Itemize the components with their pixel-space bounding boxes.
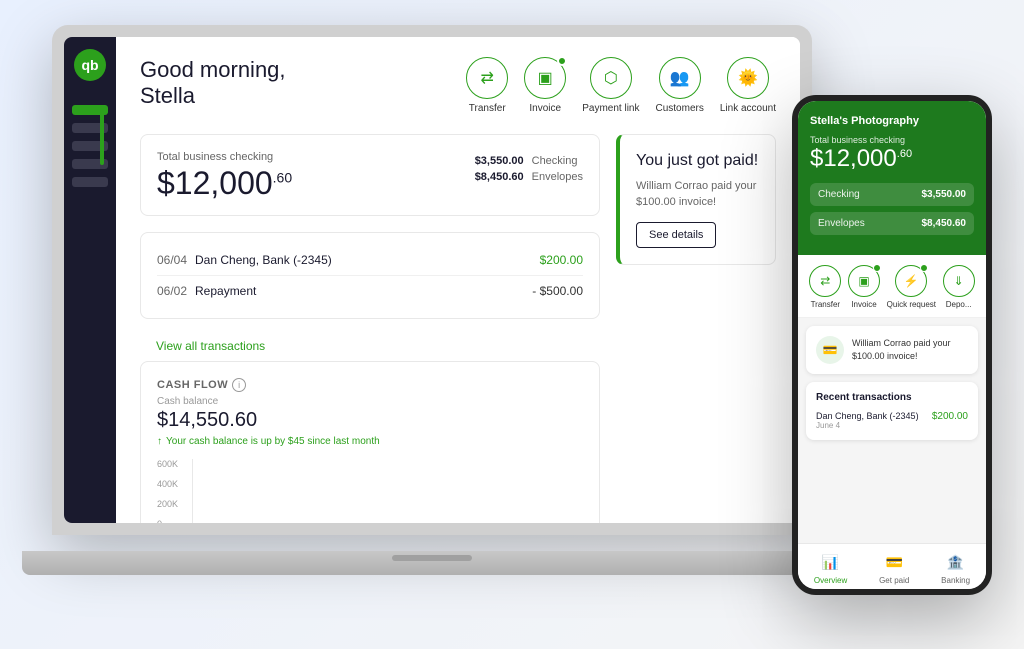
transfer-label: Transfer <box>469 103 506 114</box>
cashflow-chart: 600K 400K 200K 0 <box>157 459 583 523</box>
cashflow-header: CASH FLOW i <box>157 378 583 392</box>
chart-y-labels: 600K 400K 200K 0 <box>157 459 192 523</box>
phone-app-name: Stella's Photography <box>810 115 974 127</box>
see-details-button[interactable]: See details <box>636 222 716 248</box>
main-content: Good morning, Stella ⇄ Transfer ▣ <box>116 37 800 523</box>
dashboard-body: Total business checking $12,000.60 $3,55… <box>140 134 776 523</box>
cashflow-trend: ↑ Your cash balance is up by $45 since l… <box>157 436 583 447</box>
quick-actions: ⇄ Transfer ▣ Invoice <box>466 57 776 114</box>
paid-title: You just got paid! <box>636 151 759 172</box>
quick-action-transfer[interactable]: ⇄ Transfer <box>466 57 508 114</box>
quick-action-customers[interactable]: 👥 Customers <box>655 57 703 114</box>
left-panel: Total business checking $12,000.60 $3,55… <box>140 134 600 523</box>
cashflow-amount: $14,550.60 <box>157 409 583 432</box>
laptop-base <box>22 551 842 575</box>
quick-action-link-account[interactable]: 🌞 Link account <box>720 57 776 114</box>
header: Good morning, Stella ⇄ Transfer ▣ <box>140 57 776 114</box>
transactions-card: 06/04 Dan Cheng, Bank (-2345) $200.00 06… <box>140 232 600 319</box>
customers-label: Customers <box>655 103 703 114</box>
phone-action-transfer[interactable]: ⇄ Transfer <box>809 265 841 309</box>
phone-notif-text: William Corrao paid your $100.00 invoice… <box>852 337 968 362</box>
invoice-badge <box>557 56 567 66</box>
laptop-screen: qb Good morning, Stella <box>64 37 800 523</box>
checking-balance: $3,550.00 Checking <box>475 155 583 167</box>
balance-label: Total business checking <box>157 151 451 163</box>
phone-balance: $12,000.60 <box>810 147 974 171</box>
payment-link-label: Payment link <box>582 103 639 114</box>
link-account-label: Link account <box>720 103 776 114</box>
quick-action-invoice[interactable]: ▣ Invoice <box>524 57 566 114</box>
phone: Stella's Photography Total business chec… <box>792 95 992 595</box>
phone-invoice-badge <box>873 264 881 272</box>
link-account-icon: 🌞 <box>727 57 769 99</box>
phone-deposit-icon: ⇓ <box>943 265 975 297</box>
phone-transactions-title: Recent transactions <box>816 392 968 403</box>
phone-notif-icon: 💳 <box>816 336 844 364</box>
sidebar: qb <box>64 37 116 523</box>
phone-header: Stella's Photography Total business chec… <box>798 101 986 255</box>
phone-transfer-icon: ⇄ <box>809 265 841 297</box>
get-paid-icon: 💳 <box>883 552 905 574</box>
sidebar-accent-bar <box>100 105 104 165</box>
phone-quick-actions: ⇄ Transfer ▣ Invoice ⚡ Quick request <box>798 255 986 318</box>
invoice-label: Invoice <box>529 103 561 114</box>
sidebar-item-5[interactable] <box>72 177 108 187</box>
transaction-row: 06/04 Dan Cheng, Bank (-2345) $200.00 <box>157 245 583 276</box>
quick-action-payment-link[interactable]: ⬡ Payment link <box>582 57 639 114</box>
qb-logo[interactable]: qb <box>74 49 106 81</box>
view-all-transactions[interactable]: View all transactions <box>140 331 600 361</box>
phone-nav-banking[interactable]: 🏦 Banking <box>941 552 970 585</box>
phone-transaction-info: Dan Cheng, Bank (-2345) June 4 <box>816 411 932 430</box>
paid-notification-card: You just got paid! William Corrao paid y… <box>616 134 776 266</box>
phone-action-deposit[interactable]: ⇓ Depo... <box>943 265 975 309</box>
greeting: Good morning, Stella <box>140 57 286 110</box>
laptop: qb Good morning, Stella <box>22 15 842 605</box>
phone-invoice-icon: ▣ <box>848 265 880 297</box>
balance-amount: $12,000.60 <box>157 167 451 199</box>
phone-account-items: Checking $3,550.00 Envelopes $8,450.60 <box>810 183 974 235</box>
customers-icon: 👥 <box>659 57 701 99</box>
phone-transaction-row: Dan Cheng, Bank (-2345) June 4 $200.00 <box>816 411 968 430</box>
cashflow-subtitle: Cash balance <box>157 396 583 407</box>
phone-screen: Stella's Photography Total business chec… <box>798 101 986 589</box>
transaction-row: 06/02 Repayment - $500.00 <box>157 276 583 306</box>
chart-area <box>192 459 583 523</box>
cashflow-card: CASH FLOW i Cash balance $14,550.60 ↑ Yo… <box>140 361 600 523</box>
phone-nav-overview[interactable]: 📊 Overview <box>814 552 847 585</box>
phone-checking-row: Checking $3,550.00 <box>810 183 974 206</box>
phone-envelopes-row: Envelopes $8,450.60 <box>810 212 974 235</box>
phone-quick-request-icon: ⚡ <box>895 265 927 297</box>
phone-action-invoice[interactable]: ▣ Invoice <box>848 265 880 309</box>
qb-logo-text: qb <box>81 57 98 73</box>
phone-notification: 💳 William Corrao paid your $100.00 invoi… <box>806 326 978 374</box>
laptop-body: qb Good morning, Stella <box>52 25 812 535</box>
phone-qr-badge <box>920 264 928 272</box>
payment-link-icon: ⬡ <box>590 57 632 99</box>
balance-left: Total business checking $12,000.60 <box>157 151 451 199</box>
phone-transactions: Recent transactions Dan Cheng, Bank (-23… <box>806 382 978 440</box>
balance-card: Total business checking $12,000.60 $3,55… <box>140 134 600 216</box>
scene: qb Good morning, Stella <box>22 15 1002 635</box>
phone-bottom-nav: 📊 Overview 💳 Get paid 🏦 Banking <box>798 543 986 589</box>
paid-description: William Corrao paid your $100.00 invoice… <box>636 179 759 210</box>
phone-nav-get-paid[interactable]: 💳 Get paid <box>879 552 909 585</box>
banking-icon: 🏦 <box>945 552 967 574</box>
envelopes-balance: $8,450.60 Envelopes <box>475 171 583 183</box>
right-panel: You just got paid! William Corrao paid y… <box>616 134 776 523</box>
cashflow-info-icon[interactable]: i <box>232 378 246 392</box>
overview-icon: 📊 <box>820 552 842 574</box>
transfer-icon: ⇄ <box>466 57 508 99</box>
invoice-icon: ▣ <box>524 57 566 99</box>
balance-right: $3,550.00 Checking $8,450.60 Envelopes <box>475 151 583 183</box>
phone-balance-label: Total business checking <box>810 135 974 145</box>
phone-action-quick-request[interactable]: ⚡ Quick request <box>887 265 936 309</box>
